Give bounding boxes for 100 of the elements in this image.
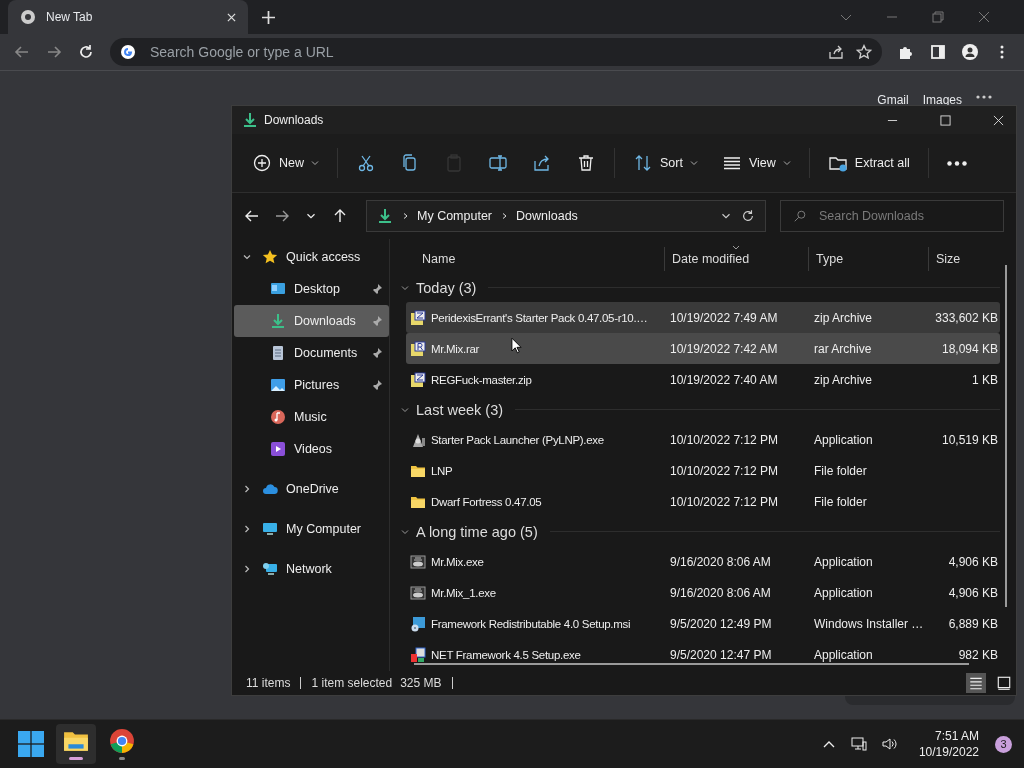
chevron-down-icon[interactable] <box>242 252 252 262</box>
nav-item[interactable]: OneDrive <box>234 469 389 509</box>
monitor-icon <box>262 521 278 537</box>
file-row[interactable]: Starter Pack Launcher (PyLNP).exe 10/10/2022 7:12 PM Application 10,519 KB <box>406 424 1000 455</box>
table-cell-text: 10/10/2022 7:12 PM <box>669 463 780 478</box>
clock[interactable]: 7:51 AM 10/19/2022 <box>918 729 979 759</box>
search-input[interactable]: Search Downloads <box>817 208 991 224</box>
toolbar-button[interactable]: Sort <box>623 147 708 179</box>
nav-item[interactable]: Network <box>234 549 389 589</box>
table-cell-text: 333,602 KB <box>934 310 999 325</box>
application-icon <box>410 584 426 601</box>
address-bar[interactable]: Search Google or type a URL <box>110 38 882 66</box>
picture-icon <box>270 377 286 393</box>
new-tab-icon[interactable] <box>262 10 275 24</box>
notification-badge[interactable]: 3 <box>995 735 1012 753</box>
details-view-button[interactable] <box>966 673 986 693</box>
maximize-icon[interactable] <box>940 114 951 126</box>
table-cell-text: Application <box>813 554 874 569</box>
forward-arrow-icon[interactable] <box>46 44 62 60</box>
share-icon[interactable] <box>828 44 844 60</box>
chevron-right-icon <box>401 212 409 220</box>
column-header[interactable]: Date modified <box>664 247 808 271</box>
download-icon <box>270 313 286 329</box>
start-icon[interactable] <box>18 731 44 757</box>
toolbar-button[interactable]: View <box>711 147 801 179</box>
share-icon <box>532 153 552 173</box>
nav-item[interactable]: Downloads <box>234 305 389 337</box>
browser-tab[interactable]: New Tab <box>8 0 248 34</box>
up-arrow-icon[interactable] <box>332 208 348 224</box>
setup-icon <box>410 646 426 663</box>
group-header[interactable]: Today (3) <box>416 279 477 296</box>
puzzle-icon[interactable] <box>898 44 914 60</box>
chevron-right-icon[interactable] <box>242 564 252 574</box>
scrollbar[interactable] <box>1005 265 1007 607</box>
file-row[interactable]: NET Framework 4.5 Setup.exe 9/5/2020 12:47 PM Application 982 KB <box>406 639 1000 670</box>
profile-icon[interactable] <box>962 44 978 60</box>
archive-icon <box>410 340 426 357</box>
page-link[interactable]: Images <box>922 93 962 107</box>
file-explorer-button[interactable] <box>56 724 96 764</box>
table-cell-text: zip Archive <box>813 310 874 325</box>
nav-item[interactable]: Quick access <box>234 241 389 273</box>
network-icon[interactable] <box>850 736 867 752</box>
file-row[interactable]: PeridexisErrant's Starter Pack 0.47.05-r10.… 10/19/2022 7:49 AM zip Archive 333,602 KB <box>406 302 1000 333</box>
chevron-right-icon[interactable] <box>242 524 252 534</box>
toolbar-button[interactable]: New <box>242 147 329 179</box>
file-row[interactable]: Dwarf Fortress 0.47.05 10/10/2022 7:12 PM File folder <box>406 486 1000 517</box>
file-name: PeridexisErrant's Starter Pack 0.47.05-r10.… <box>431 311 648 324</box>
breadcrumb-item[interactable]: Downloads <box>516 209 578 223</box>
breadcrumb-item[interactable]: My Computer <box>417 209 493 223</box>
column-header[interactable]: Name <box>398 252 664 266</box>
file-row[interactable]: LNP 10/10/2022 7:12 PM File folder <box>406 455 1000 486</box>
page-link[interactable]: Gmail <box>877 93 909 107</box>
scrollbar[interactable] <box>414 663 969 665</box>
file-row[interactable]: REGFuck-master.zip 10/19/2022 7:40 AM zip Archive 1 KB <box>406 364 1000 395</box>
address-bar[interactable]: My Computer Downloads <box>366 200 766 232</box>
group-header[interactable]: A long time ago (5) <box>416 523 538 540</box>
back-arrow-icon[interactable] <box>244 208 260 224</box>
reload-icon[interactable] <box>78 44 94 60</box>
music-icon <box>270 409 286 425</box>
group-header[interactable]: Last week (3) <box>416 401 504 418</box>
chevron-right-icon <box>500 212 509 220</box>
mouse-pointer-icon <box>511 337 522 354</box>
download-icon <box>377 208 393 224</box>
file-row[interactable]: Mr.Mix_1.exe 9/16/2020 8:06 AM Application 4,906 KB <box>406 577 1000 608</box>
nav-item[interactable]: Documents <box>234 337 389 369</box>
table-cell-text: 6,889 KB <box>947 616 999 631</box>
speaker-icon[interactable] <box>880 736 897 752</box>
nav-item[interactable]: Music <box>234 401 389 433</box>
column-header[interactable]: Size <box>928 247 994 271</box>
table-cell-text: 10/19/2022 7:40 AM <box>669 372 779 387</box>
chevron-right-icon[interactable] <box>242 484 252 494</box>
file-row[interactable]: Mr.Mix.exe 9/16/2020 8:06 AM Application 4,906 KB <box>406 546 1000 577</box>
table-cell-text: 10/19/2022 7:49 AM <box>669 310 779 325</box>
nav-item[interactable]: My Computer <box>234 509 389 549</box>
nav-item[interactable]: Videos <box>234 433 389 465</box>
table-cell-text: 982 KB <box>957 647 999 662</box>
video-icon <box>270 441 286 457</box>
side-panel-icon[interactable] <box>930 44 946 60</box>
forward-arrow-icon[interactable] <box>274 208 290 224</box>
column-header[interactable]: Type <box>808 247 928 271</box>
refresh-icon[interactable] <box>741 209 755 223</box>
file-name: Mr.Mix.rar <box>431 342 480 355</box>
file-name: Mr.Mix_1.exe <box>431 586 496 599</box>
network-icon <box>262 561 278 577</box>
nav-item[interactable]: Pictures <box>234 369 389 401</box>
application-icon <box>410 553 426 570</box>
trash-icon <box>576 153 596 173</box>
restore-icon[interactable] <box>932 11 944 23</box>
clock-time: 7:51 AM <box>934 729 979 743</box>
table-cell-text: Application <box>813 647 874 662</box>
nav-item[interactable]: Desktop <box>234 273 389 305</box>
file-row[interactable]: Mr.Mix.rar 10/19/2022 7:42 AM rar Archive 18,094 KB <box>406 333 1000 364</box>
table-cell-text: 4,906 KB <box>947 554 999 569</box>
table-cell-text: rar Archive <box>813 341 873 356</box>
toolbar-button[interactable]: Extract all <box>817 147 920 179</box>
file-row[interactable]: Framework Redistributable 4.0 Setup.msi 9/5/2020 12:49 PM Windows Installer … 6,889 KB <box>406 608 1000 639</box>
search-field[interactable]: Search Downloads <box>780 200 1004 232</box>
star-icon[interactable] <box>856 44 872 60</box>
file-name: Dwarf Fortress 0.47.05 <box>431 495 542 508</box>
table-cell-text: 9/16/2020 8:06 AM <box>669 554 772 569</box>
